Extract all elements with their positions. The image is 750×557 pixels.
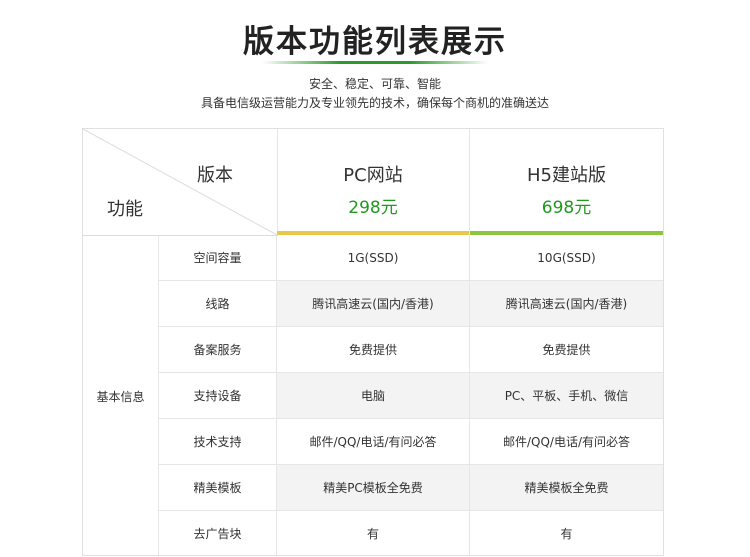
plan-header-pc: PC网站 298元 [277,129,470,235]
plan-price: 298元 [348,198,398,218]
h5-value: 精美模板全免费 [470,465,663,511]
feature-label: 去广告块 [159,511,277,555]
pc-value: 有 [277,511,470,555]
pc-value: 电脑 [277,373,470,419]
corner-header: 版本 功能 [83,129,278,236]
plan-name: H5建站版 [527,165,606,186]
corner-version-label: 版本 [197,165,233,186]
feature-label: 空间容量 [159,235,277,281]
feature-table: 版本 功能 PC网站 298元 H5建站版 698元 基本信息 空间容量 1G(… [82,128,664,557]
corner-feature-label: 功能 [107,199,143,220]
pc-value: 免费提供 [277,327,470,373]
subtitle-line2: 具备电信级运营能力及专业领先的技术，确保每个商机的准确送达 [200,96,549,110]
feature-label: 支持设备 [159,373,277,419]
h5-value: 免费提供 [470,327,663,373]
subtitle-line1: 安全、稳定、可靠、智能 [308,77,441,91]
plan-name: PC网站 [343,165,403,186]
feature-label: 精美模板 [159,465,277,511]
page-title: 版本功能列表展示 [243,24,507,60]
pc-value: 腾讯高速云(国内/香港) [277,281,470,327]
feature-label: 技术支持 [159,419,277,465]
feature-label: 线路 [159,281,277,327]
plan-header-h5: H5建站版 698元 [470,129,663,235]
pc-value: 1G(SSD) [277,235,470,281]
feature-label: 备案服务 [159,327,277,373]
h5-value: PC、平板、手机、微信 [470,373,663,419]
group-label: 基本信息 [83,235,159,557]
h5-value: 邮件/QQ/电话/有问必答 [470,419,663,465]
plan-price: 698元 [541,198,592,218]
title-underline [262,61,488,64]
pc-value: 精美PC模板全免费 [277,465,470,511]
pc-value: 邮件/QQ/电话/有问必答 [277,419,470,465]
h5-value: 有 [560,526,573,541]
h5-value: 10G(SSD) [470,235,663,281]
h5-value: 腾讯高速云(国内/香港) [470,281,663,327]
